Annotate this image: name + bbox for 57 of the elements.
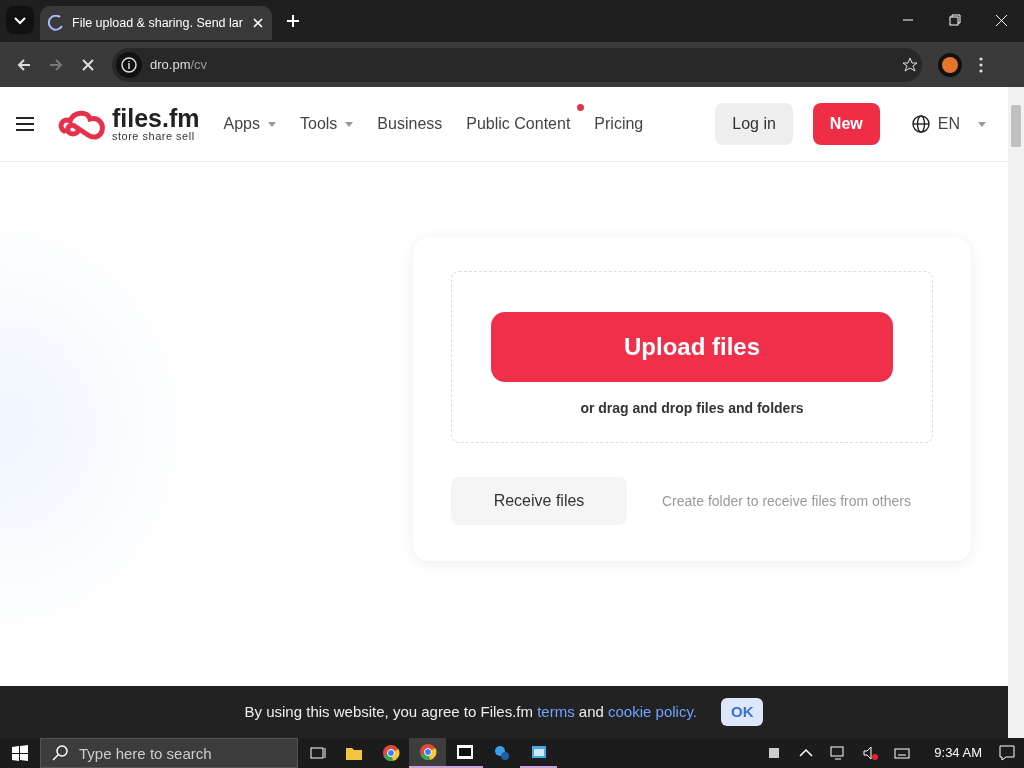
more-icon[interactable] bbox=[978, 56, 984, 73]
new-tab-icon[interactable] bbox=[286, 14, 300, 28]
login-button[interactable]: Log in bbox=[715, 103, 793, 145]
star-icon[interactable] bbox=[902, 56, 918, 73]
forward-icon[interactable] bbox=[48, 56, 64, 73]
keyboard-icon[interactable] bbox=[894, 745, 911, 761]
url-text: dro.pm/cv bbox=[150, 55, 208, 74]
tab-list-icon[interactable] bbox=[6, 6, 34, 34]
loading-spinner-icon bbox=[48, 15, 64, 31]
close-icon[interactable] bbox=[252, 17, 264, 29]
address-bar[interactable]: dro.pm/cv bbox=[112, 47, 922, 82]
close-icon[interactable] bbox=[995, 14, 1008, 27]
nav-link[interactable]: Tools bbox=[300, 112, 338, 136]
info-icon[interactable] bbox=[116, 51, 142, 78]
upload-button[interactable]: Upload files bbox=[491, 312, 893, 382]
nav-link[interactable]: Public Content bbox=[466, 112, 571, 136]
receive-files-button[interactable]: Receive files bbox=[451, 477, 627, 525]
start-icon[interactable] bbox=[12, 745, 28, 761]
back-icon[interactable] bbox=[16, 56, 32, 73]
muted-speaker-icon[interactable] bbox=[862, 745, 879, 761]
cookie-policy-link[interactable]: cookie policy. bbox=[608, 702, 697, 720]
nav-link[interactable]: Apps bbox=[223, 112, 260, 136]
nav-link[interactable]: Pricing bbox=[594, 112, 644, 136]
search-icon bbox=[52, 745, 68, 761]
language-selector[interactable]: EN bbox=[911, 112, 986, 136]
action-center-icon[interactable] bbox=[998, 744, 1016, 762]
new-button[interactable]: New bbox=[812, 103, 880, 145]
drop-hint: or drag and drop files and folders bbox=[580, 399, 804, 418]
window-icon bbox=[529, 743, 548, 761]
nav-link[interactable]: Business bbox=[377, 112, 443, 136]
taskbar-clock[interactable]: 9:34 AM bbox=[934, 743, 982, 763]
drop-zone[interactable]: Upload files or drag and drop files and folders bbox=[451, 271, 933, 443]
globe-icon bbox=[911, 115, 930, 133]
chrome-icon bbox=[418, 743, 437, 761]
archive-icon bbox=[455, 743, 474, 761]
language-label: EN bbox=[937, 114, 960, 134]
task-view-icon bbox=[307, 744, 326, 762]
restore-icon[interactable] bbox=[948, 14, 961, 27]
app-icon bbox=[492, 744, 511, 762]
logo-name: files.fm bbox=[112, 106, 200, 131]
network-icon[interactable] bbox=[830, 745, 847, 761]
receive-hint: Create folder to receive files from others bbox=[662, 491, 911, 511]
scrollbar[interactable] bbox=[1008, 87, 1024, 738]
logo-tagline: store share sell bbox=[112, 131, 196, 142]
cookie-notice: By using this website, you agree to Files.fm terms and cookie policy. bbox=[244, 701, 697, 722]
taskbar-app-button[interactable] bbox=[409, 738, 446, 768]
browser-tab[interactable]: File upload & sharing. Send lar bbox=[40, 6, 272, 40]
menu-icon[interactable] bbox=[16, 116, 34, 132]
ok-button[interactable]: OK bbox=[720, 697, 764, 727]
caret-icon bbox=[978, 121, 986, 127]
terms-link[interactable]: terms bbox=[537, 702, 575, 720]
avatar-icon[interactable] bbox=[938, 52, 962, 77]
chrome-icon bbox=[381, 744, 400, 762]
taskbar-search-field[interactable]: Type here to search bbox=[40, 738, 298, 768]
logo[interactable]: files.fm store share sell bbox=[58, 106, 200, 142]
tab-title: File upload & sharing. Send lar bbox=[72, 14, 244, 32]
stop-icon[interactable] bbox=[80, 56, 96, 73]
